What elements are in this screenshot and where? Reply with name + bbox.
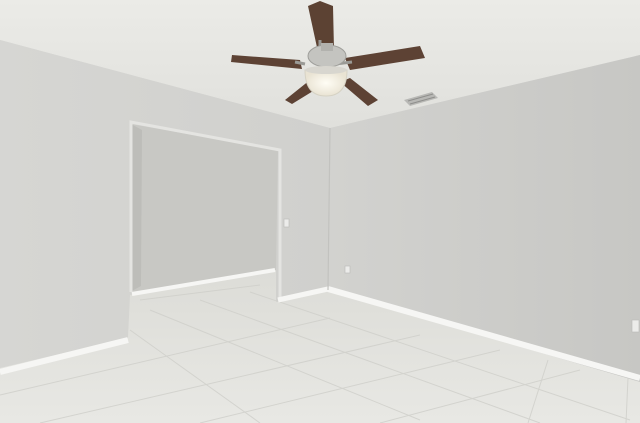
light-switch-icon [283, 218, 290, 228]
outlet-icon-right [631, 319, 640, 333]
room-illustration [0, 0, 640, 423]
alcove-back-wall [130, 124, 278, 292]
outlet-icon [344, 265, 351, 274]
empty-room-photo [0, 0, 640, 423]
